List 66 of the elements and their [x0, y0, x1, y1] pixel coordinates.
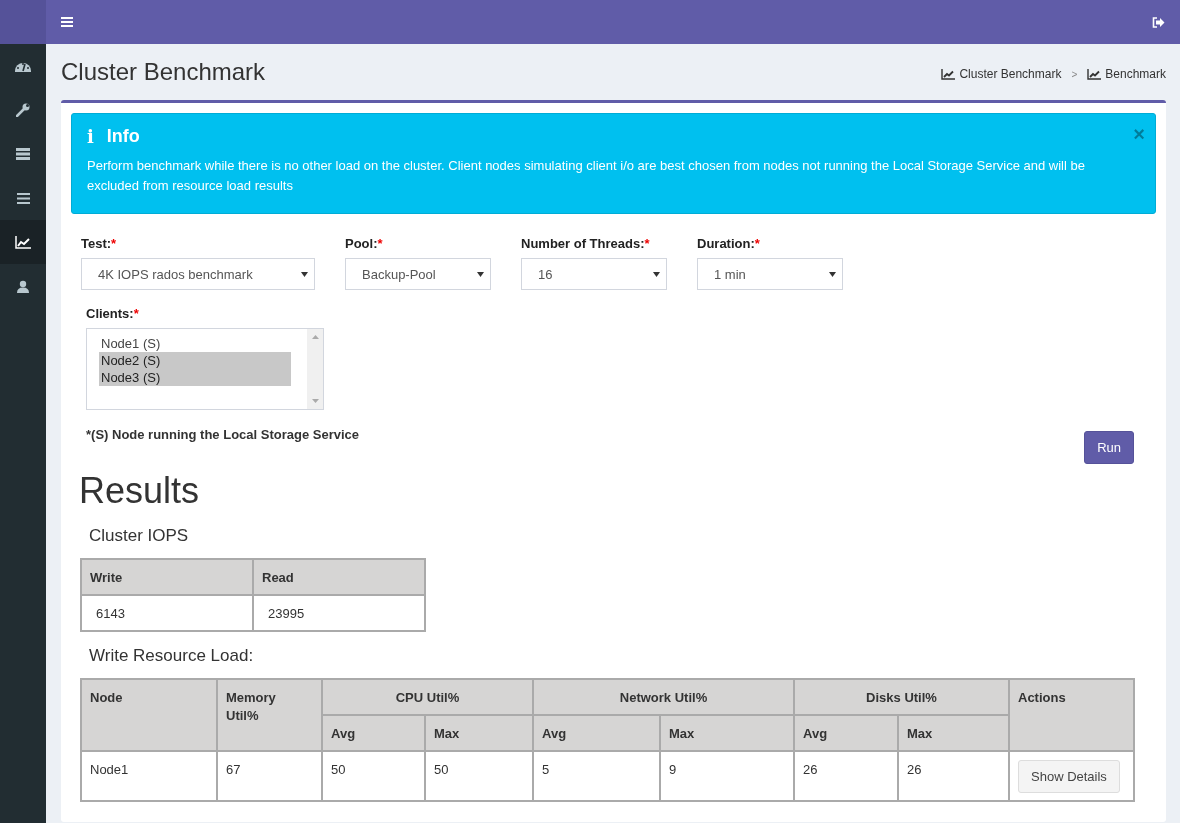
sidebar-item[interactable]: [0, 220, 46, 264]
breadcrumb-link[interactable]: Cluster Benchmark: [959, 67, 1062, 81]
alert-title: Info: [106, 126, 140, 147]
menu-icon[interactable]: [61, 17, 73, 27]
column-header: Max: [898, 715, 1009, 751]
column-header: Max: [660, 715, 794, 751]
breadcrumb-link[interactable]: Benchmark: [1105, 67, 1166, 81]
table-cell: 6143: [81, 595, 253, 631]
footnote: *(S) Node running the Local Storage Service: [86, 427, 360, 442]
alert-message: Perform benchmark while there is no other load on the cluster. Client nodes simulating client i/o are best chosen from nodes not running the Local Storage Service and will be excluded from resource load results: [87, 157, 1086, 195]
field-label: Duration:*: [697, 236, 761, 251]
run-button[interactable]: Run: [1084, 431, 1134, 464]
table-cell: 26: [898, 751, 1009, 801]
table-cell: 50: [425, 751, 533, 801]
dropdown[interactable]: Backup-Pool: [345, 258, 491, 290]
table-cell: 26: [794, 751, 898, 801]
menu-icon: [16, 192, 30, 204]
column-header: Actions: [1009, 679, 1134, 751]
list-option[interactable]: Node3 (S): [99, 369, 291, 386]
column-header: Read: [253, 559, 425, 595]
caret-icon: [477, 271, 484, 277]
table-cell: Node1: [81, 751, 217, 801]
list-option[interactable]: Node1 (S): [99, 335, 291, 352]
table-cell: 5: [533, 751, 660, 801]
line-chart-icon: [1087, 68, 1102, 80]
list-option[interactable]: Node2 (S): [99, 352, 291, 369]
table-cell: 67: [217, 751, 322, 801]
info-icon: i: [87, 126, 94, 147]
field-label: Clients:*: [86, 306, 140, 321]
column-header: Avg: [322, 715, 425, 751]
page-title: Cluster Benchmark: [61, 58, 266, 86]
table-cell: 23995: [253, 595, 425, 631]
column-header: Node: [81, 679, 217, 751]
dropdown[interactable]: 4K IOPS rados benchmark: [81, 258, 315, 290]
table-cell: 9: [660, 751, 794, 801]
column-header: Avg: [533, 715, 660, 751]
column-header: Avg: [794, 715, 898, 751]
field-label: Test:*: [81, 236, 118, 251]
user-icon: [17, 279, 29, 293]
column-header: Max: [425, 715, 533, 751]
client-list[interactable]: Node1 (S) Node2 (S) Node3 (S): [86, 328, 324, 410]
speedometer-icon: [15, 60, 31, 72]
caret-icon: [653, 271, 660, 277]
dropdown[interactable]: 1 min: [697, 258, 843, 290]
field-label: Number of Threads:*: [521, 236, 651, 251]
field-label: Pool:*: [345, 236, 384, 251]
column-header: Write: [81, 559, 253, 595]
line-chart-icon: [15, 235, 31, 249]
section-subtitle: Cluster IOPS: [89, 526, 190, 546]
table-cell: 50: [322, 751, 425, 801]
wrench-icon: [16, 103, 30, 117]
section-subtitle: Write Resource Load:: [89, 646, 255, 666]
caret-icon: [829, 271, 836, 277]
breadcrumb-separator: >: [1071, 68, 1078, 80]
column-header: CPU Util%: [322, 679, 533, 715]
line-chart-icon: [941, 68, 956, 80]
server-icon: [16, 148, 30, 160]
caret-icon: [301, 271, 308, 277]
column-header: Memory Util%: [217, 679, 322, 751]
column-header: Disks Util%: [794, 679, 1009, 715]
section-title: Results: [79, 470, 201, 512]
column-header: Network Util%: [533, 679, 794, 715]
logout-icon[interactable]: [1152, 16, 1165, 28]
show-details-button[interactable]: Show Details: [1018, 760, 1120, 793]
dropdown[interactable]: 16: [521, 258, 667, 290]
sidebar-header: [0, 0, 46, 44]
